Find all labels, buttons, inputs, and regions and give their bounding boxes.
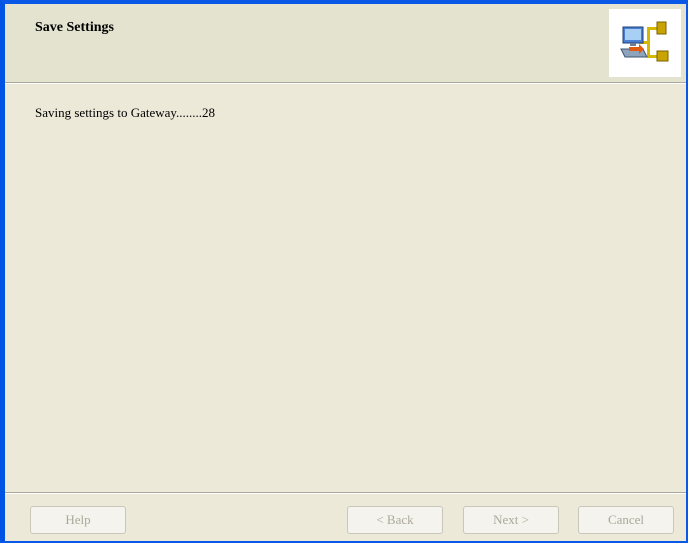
status-text: Saving settings to Gateway........28 <box>35 105 216 120</box>
footer-divider <box>5 492 686 494</box>
page-title: Save Settings <box>35 20 114 35</box>
network-computers-icon <box>620 21 669 62</box>
header-divider <box>5 82 686 84</box>
next-button[interactable]: Next > <box>463 506 559 534</box>
cancel-button[interactable]: Cancel <box>578 506 674 534</box>
wizard-window: Save Settings Saving settings to Gateway… <box>0 0 688 543</box>
back-button[interactable]: < Back <box>347 506 443 534</box>
header-icon-box <box>609 9 681 77</box>
wizard-header: Save Settings <box>5 4 686 82</box>
help-button[interactable]: Help <box>30 506 126 534</box>
